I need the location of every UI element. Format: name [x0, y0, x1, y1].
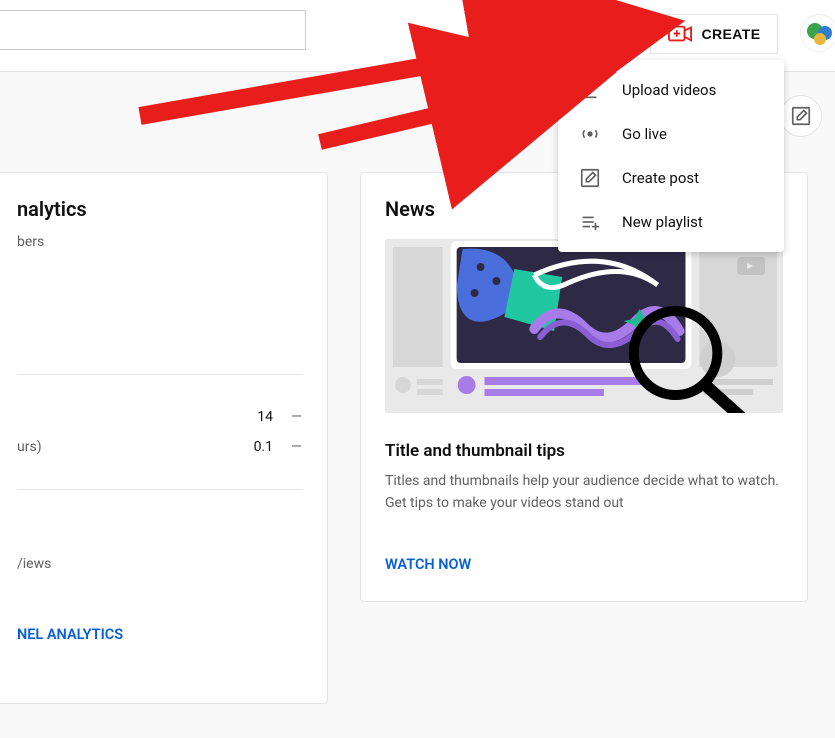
stat-value: 14 — [237, 409, 273, 425]
stat-trend: — — [291, 439, 303, 455]
stat-row: urs) 0.1 — — [17, 439, 303, 455]
playlist-add-icon — [578, 210, 602, 234]
menu-item-label: Upload videos — [622, 81, 716, 99]
stat-value: 0.1 — [237, 439, 273, 455]
news-illustration — [385, 239, 783, 413]
edit-button[interactable] — [780, 95, 822, 137]
live-icon — [578, 122, 602, 146]
menu-item-go-live[interactable]: Go live — [558, 112, 784, 156]
watch-now-link[interactable]: WATCH NOW — [385, 556, 783, 573]
stat-trend: — — [291, 409, 303, 425]
analytics-title: nalytics — [17, 197, 303, 221]
avatar[interactable] — [800, 14, 835, 52]
divider — [17, 374, 303, 375]
divider — [17, 489, 303, 490]
menu-item-create-post[interactable]: Create post — [558, 156, 784, 200]
menu-item-label: Go live — [622, 125, 667, 143]
menu-item-upload-videos[interactable]: Upload videos — [558, 68, 784, 112]
news-article-title: Title and thumbnail tips — [385, 441, 783, 461]
analytics-card: nalytics bers 14 — urs) 0.1 — /iews NEL … — [0, 172, 328, 704]
menu-item-label: New playlist — [622, 213, 703, 231]
pencil-box-icon — [790, 105, 812, 127]
create-button[interactable]: CREATE — [650, 14, 778, 54]
search-input[interactable] — [0, 10, 306, 50]
top-views-label: /iews — [17, 556, 303, 572]
news-article-body: Titles and thumbnails help your audience… — [385, 471, 783, 514]
analytics-subscribers-label: bers — [17, 234, 303, 250]
menu-item-new-playlist[interactable]: New playlist — [558, 200, 784, 244]
stat-row: 14 — — [17, 409, 303, 425]
upload-icon — [578, 78, 602, 102]
stat-label: urs) — [17, 439, 42, 455]
create-menu: Upload videos Go live Create post New pl… — [558, 60, 784, 252]
menu-item-label: Create post — [622, 169, 699, 187]
create-label: CREATE — [702, 26, 761, 42]
queue-icon[interactable] — [560, 22, 584, 46]
channel-analytics-link[interactable]: NEL ANALYTICS — [17, 626, 303, 643]
pencil-box-icon — [578, 166, 602, 190]
create-icon — [668, 23, 692, 45]
